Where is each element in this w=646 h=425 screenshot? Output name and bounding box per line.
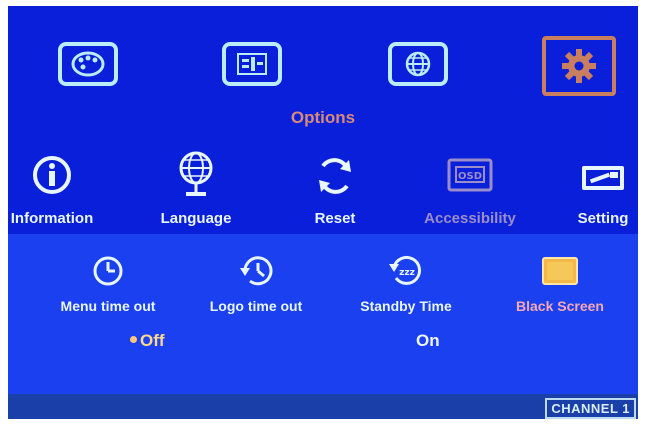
submenu-label: Accessibility <box>424 210 516 227</box>
svg-text:zzz: zzz <box>399 268 415 278</box>
settings-tool-icon <box>582 166 624 190</box>
gear-icon[interactable] <box>542 36 616 96</box>
option-label: Black Screen <box>516 298 604 314</box>
equalizer-icon[interactable] <box>222 42 282 86</box>
history-clock-icon <box>240 256 273 286</box>
option-label: Standby Time <box>360 298 452 314</box>
value-label: On <box>416 331 440 350</box>
globe-window-icon-glyph <box>405 51 431 77</box>
svg-text:OSD: OSD <box>458 171 482 182</box>
clock-icon <box>93 256 123 286</box>
option-label: Menu time out <box>60 298 156 314</box>
submenu-label: Information <box>10 210 94 227</box>
osd-icon: OSD <box>447 158 493 192</box>
value-off[interactable]: Off <box>130 331 165 351</box>
globe-window-icon[interactable] <box>388 42 448 86</box>
palette-icon-glyph <box>71 51 105 77</box>
submenu-label: Language <box>160 210 232 227</box>
value-label: Off <box>140 331 165 350</box>
submenu-label: Setting <box>577 210 629 227</box>
reset-icon <box>319 158 351 194</box>
osd-screen: Options Information Language Reset OSD A… <box>8 6 638 419</box>
value-on[interactable]: On <box>416 331 440 351</box>
submenu-label: Reset <box>314 210 356 227</box>
palette-icon[interactable] <box>58 42 118 86</box>
channel-badge: CHANNEL 1 <box>545 398 636 419</box>
info-icon <box>33 156 71 194</box>
standby-zzz-icon: zzz <box>389 255 422 285</box>
gear-icon-glyph <box>562 49 596 83</box>
option-label: Logo time out <box>209 298 303 314</box>
globe-icon <box>179 151 213 196</box>
black-screen-icon <box>542 257 578 285</box>
status-bar <box>8 394 638 419</box>
menu-title: Options <box>290 108 356 127</box>
selected-dot-icon <box>130 336 137 344</box>
equalizer-icon-glyph <box>237 53 267 75</box>
